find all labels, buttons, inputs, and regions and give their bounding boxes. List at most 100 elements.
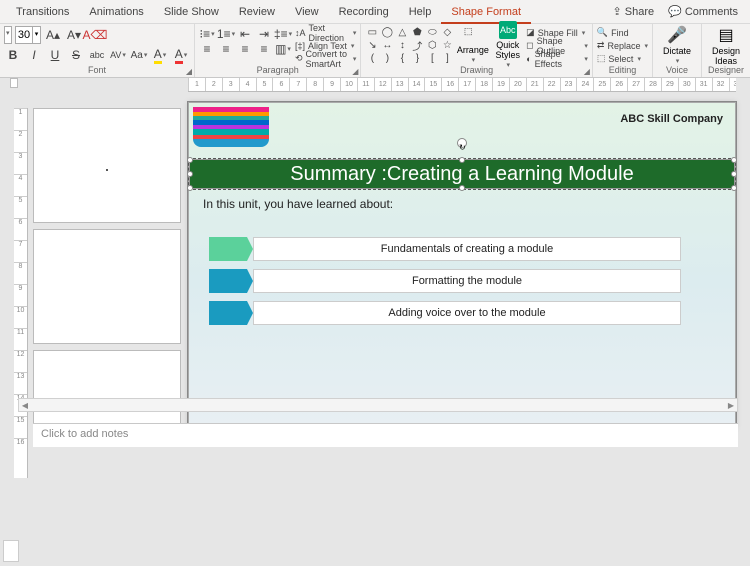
shape-gallery-item[interactable]: ↕ [395,39,409,51]
quick-styles-button[interactable]: AbcQuick Styles [491,26,524,64]
arrange-button[interactable]: ⬚Arrange [456,26,489,64]
shape-gallery-item[interactable]: ▭ [365,26,379,38]
bullet-text: Adding voice over to the module [253,301,681,325]
ribbon-group-drawing: ▭◯△⬟⬭◇ ↘↔↕⤴⬡☆ (){}[] ⬚Arrange AbcQuick Sty… [361,24,593,77]
text-direction-button[interactable]: ↕AText Direction [295,26,356,39]
horizontal-scrollbar[interactable]: ◀ ▶ [18,398,738,412]
select-button[interactable]: ⬚Select [597,52,648,65]
font-name-box[interactable] [4,26,12,44]
replace-button[interactable]: ⇄Replace [597,39,648,52]
font-size-input[interactable] [16,27,32,43]
outline-toggle[interactable] [10,78,18,88]
shape-gallery-item[interactable]: ⬡ [425,39,439,51]
group-label-editing: Editing [597,65,648,77]
tab-help[interactable]: Help [399,0,442,24]
shape-gallery-item[interactable]: } [410,52,424,64]
tab-view[interactable]: View [285,0,329,24]
slide-thumbnail[interactable] [33,108,183,428]
bullet-row[interactable]: Fundamentals of creating a module [209,237,681,261]
italic-button[interactable]: I [25,46,43,64]
shape-gallery-item[interactable]: ◇ [440,26,454,38]
ribbon: ▾ A▴ A▾ A⌫ B I U S abc AV Aa A A Font ◢ [0,24,750,78]
bullet-row[interactable]: Formatting the module [209,269,681,293]
shape-gallery-item[interactable]: ) [380,52,394,64]
tab-transitions[interactable]: Transitions [6,0,79,24]
highlight-button[interactable]: A [151,46,169,64]
resize-handle[interactable] [187,157,193,163]
align-right-button[interactable]: ≡ [237,42,253,56]
paragraph-dialog-launcher[interactable]: ◢ [352,67,358,76]
bullet-row[interactable]: Adding voice over to the module [209,301,681,325]
shape-effects-button[interactable]: ◐Shape Effects [526,52,588,65]
convert-smartart-button[interactable]: ⟲Convert to SmartArt [295,52,356,65]
slide-canvas[interactable]: ABC Skill Company Summary :Creating a Le… [188,102,736,428]
resize-handle[interactable] [731,185,737,191]
group-label-designer: Designer [706,65,746,77]
underline-button[interactable]: U [46,46,64,64]
ruler-vertical[interactable]: 12345678910111213141516 [14,108,28,478]
shape-gallery-item[interactable]: ] [440,52,454,64]
char-spacing-button[interactable]: AV [109,46,127,64]
shape-gallery-item[interactable]: ⬭ [425,26,439,38]
shape-gallery-item[interactable]: [ [425,52,439,64]
scroll-left-button[interactable]: ◀ [19,401,31,410]
design-ideas-button[interactable]: ▤Design Ideas [706,26,746,64]
shape-gallery-item[interactable]: △ [395,26,409,38]
strike-button[interactable]: S [67,46,85,64]
microphone-icon: 🎤 [667,25,687,45]
tab-shape-format[interactable]: Shape Format [441,0,531,24]
shape-gallery-item[interactable]: ⤴ [410,39,424,51]
resize-handle[interactable] [459,157,465,163]
view-switch[interactable] [3,540,19,562]
shape-gallery-item[interactable]: ( [365,52,379,64]
shrink-font-button[interactable]: A▾ [65,26,83,44]
change-case-button[interactable]: Aa [130,46,148,64]
justify-button[interactable]: ≡ [256,42,272,56]
line-spacing-button[interactable]: ‡≡ [275,27,291,41]
resize-handle[interactable] [187,185,193,191]
shape-gallery-item[interactable]: { [395,52,409,64]
ruler-horizontal[interactable]: 1234567891011121314151617181920212223242… [188,78,736,92]
shape-gallery[interactable]: ▭◯△⬟⬭◇ ↘↔↕⤴⬡☆ (){}[] [365,26,454,65]
shape-gallery-item[interactable]: ⬟ [410,26,424,38]
font-color-button[interactable]: A [172,46,190,64]
bullets-button[interactable]: ⁝≡ [199,27,215,41]
tab-recording[interactable]: Recording [329,0,399,24]
clear-format-button[interactable]: A⌫ [86,26,104,44]
tab-review[interactable]: Review [229,0,285,24]
tab-animations[interactable]: Animations [79,0,153,24]
resize-handle[interactable] [731,171,737,177]
find-button[interactable]: 🔍Find [597,26,648,39]
drawing-dialog-launcher[interactable]: ◢ [584,67,590,76]
workspace: 1234567891011121314151617181920212223242… [0,78,750,478]
resize-handle[interactable] [731,157,737,163]
shadow-button[interactable]: abc [88,46,106,64]
shape-fill-icon: ◪ [526,27,535,38]
shape-gallery-item[interactable]: ☆ [440,39,454,51]
subtitle-text: In this unit, you have learned about: [203,197,393,211]
resize-handle[interactable] [187,171,193,177]
shape-gallery-item[interactable]: ↘ [365,39,379,51]
increase-indent-button[interactable]: ⇥ [256,27,272,41]
rotate-handle[interactable] [457,138,467,148]
dictate-button[interactable]: 🎤Dictate [657,26,697,64]
grow-font-button[interactable]: A▴ [44,26,62,44]
tab-slideshow[interactable]: Slide Show [154,0,229,24]
bold-button[interactable]: B [4,46,22,64]
shape-gallery-item[interactable]: ◯ [380,26,394,38]
comments-icon: 💬 [668,5,682,18]
columns-button[interactable]: ▥ [275,42,291,56]
decrease-indent-button[interactable]: ⇤ [237,27,253,41]
numbering-button[interactable]: 1≡ [218,27,234,41]
font-dialog-launcher[interactable]: ◢ [186,67,192,76]
resize-handle[interactable] [459,185,465,191]
notes-pane[interactable]: Click to add notes [33,423,738,447]
shape-gallery-item[interactable]: ↔ [380,39,394,51]
title-shape[interactable]: Summary :Creating a Learning Module [189,159,735,189]
align-left-button[interactable]: ≡ [199,42,215,56]
font-size-box[interactable]: ▾ [15,26,41,44]
share-button[interactable]: ⇪Share [613,5,655,18]
align-center-button[interactable]: ≡ [218,42,234,56]
comments-button[interactable]: 💬Comments [668,5,738,18]
scroll-right-button[interactable]: ▶ [725,401,737,410]
